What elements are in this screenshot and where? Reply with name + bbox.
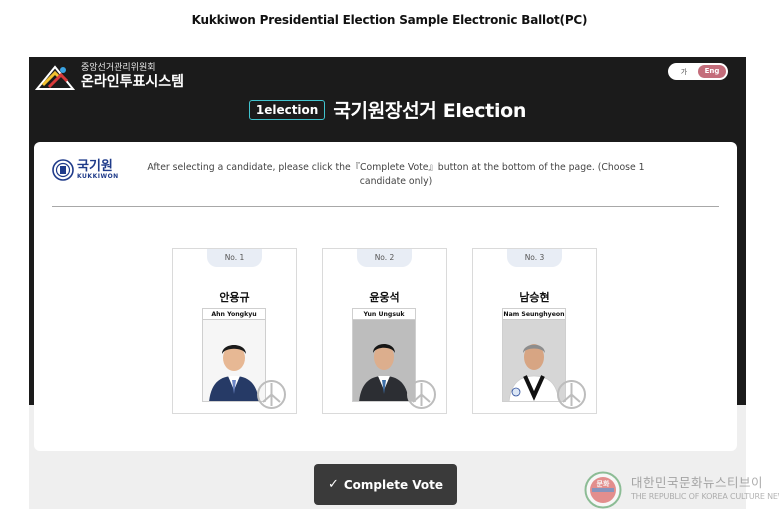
kukkiwon-logo: 국기원 KUKKIWON xyxy=(52,159,119,181)
election-badge: 1election xyxy=(248,99,326,120)
ballot-instruction: After selecting a candidate, please clic… xyxy=(147,162,645,187)
page-caption: Kukkiwon Presidential Election Sample El… xyxy=(191,13,588,27)
system-name: 온라인투표시스템 xyxy=(81,74,185,90)
candidate-number: No. 2 xyxy=(357,249,412,267)
candidate-card-3[interactable]: No. 3 남승현 Nam Seunghyeon xyxy=(472,248,597,414)
vote-stamp-icon xyxy=(407,380,436,409)
candidate-card-1[interactable]: No. 1 안용규 Ahn Yongkyu xyxy=(172,248,297,414)
kukkiwon-logo-korean: 국기원 xyxy=(77,159,113,174)
news-seal-logo: 문화 xyxy=(584,471,622,509)
check-icon: ✓ xyxy=(327,477,339,492)
candidate-name-english: Yun Ungsuk xyxy=(353,309,415,320)
lang-korean-option[interactable]: 가 xyxy=(670,67,698,77)
panel-divider xyxy=(52,206,719,207)
lang-english-option[interactable]: Eng xyxy=(698,65,726,78)
election-title: 국기원장선거 Election xyxy=(333,100,527,122)
complete-vote-button[interactable]: ✓ Complete Vote xyxy=(314,464,457,505)
kukkiwon-logo-english: KUKKIWON xyxy=(77,173,119,180)
watermark-korean: 대한민국문화뉴스티브이 xyxy=(631,475,764,490)
candidate-name-english: Nam Seunghyeon xyxy=(503,309,565,320)
candidate-name-korean: 남승현 xyxy=(519,291,550,304)
election-heading: 1election 국기원장선거 Election xyxy=(29,96,746,123)
vote-stamp-icon xyxy=(257,380,286,409)
candidate-name-korean: 안용규 xyxy=(219,291,250,304)
candidate-name-english: Ahn Yongkyu xyxy=(203,309,265,320)
nec-emblem-icon xyxy=(35,65,75,90)
vote-stamp-icon xyxy=(557,380,586,409)
news-watermark: 문화 대한민국문화뉴스티브이 THE REPUBLIC OF KOREA CUL… xyxy=(584,471,779,511)
candidate-number: No. 1 xyxy=(207,249,262,267)
candidate-name-korean: 윤웅석 xyxy=(369,291,400,304)
complete-vote-label: Complete Vote xyxy=(343,477,444,492)
nec-logo: 중앙선거관리위원회 온라인투표시스템 xyxy=(35,63,184,91)
ballot-panel: 국기원 KUKKIWON After selecting a candidate… xyxy=(34,142,737,451)
news-seal-text: 문화 xyxy=(597,479,610,488)
candidate-number: No. 3 xyxy=(507,249,562,267)
ballot-app: 중앙선거관리위원회 온라인투표시스템 가 Eng 1election 국기원장선… xyxy=(29,57,746,509)
kukkiwon-emblem-icon xyxy=(52,159,74,181)
candidate-card-2[interactable]: No. 2 윤웅석 Yun Ungsuk xyxy=(322,248,447,414)
language-toggle[interactable]: 가 Eng xyxy=(668,63,728,80)
watermark-english: THE REPUBLIC OF KOREA CULTURE NEWS TV xyxy=(631,492,779,501)
nec-name: 중앙선거관리위원회 xyxy=(81,63,156,73)
